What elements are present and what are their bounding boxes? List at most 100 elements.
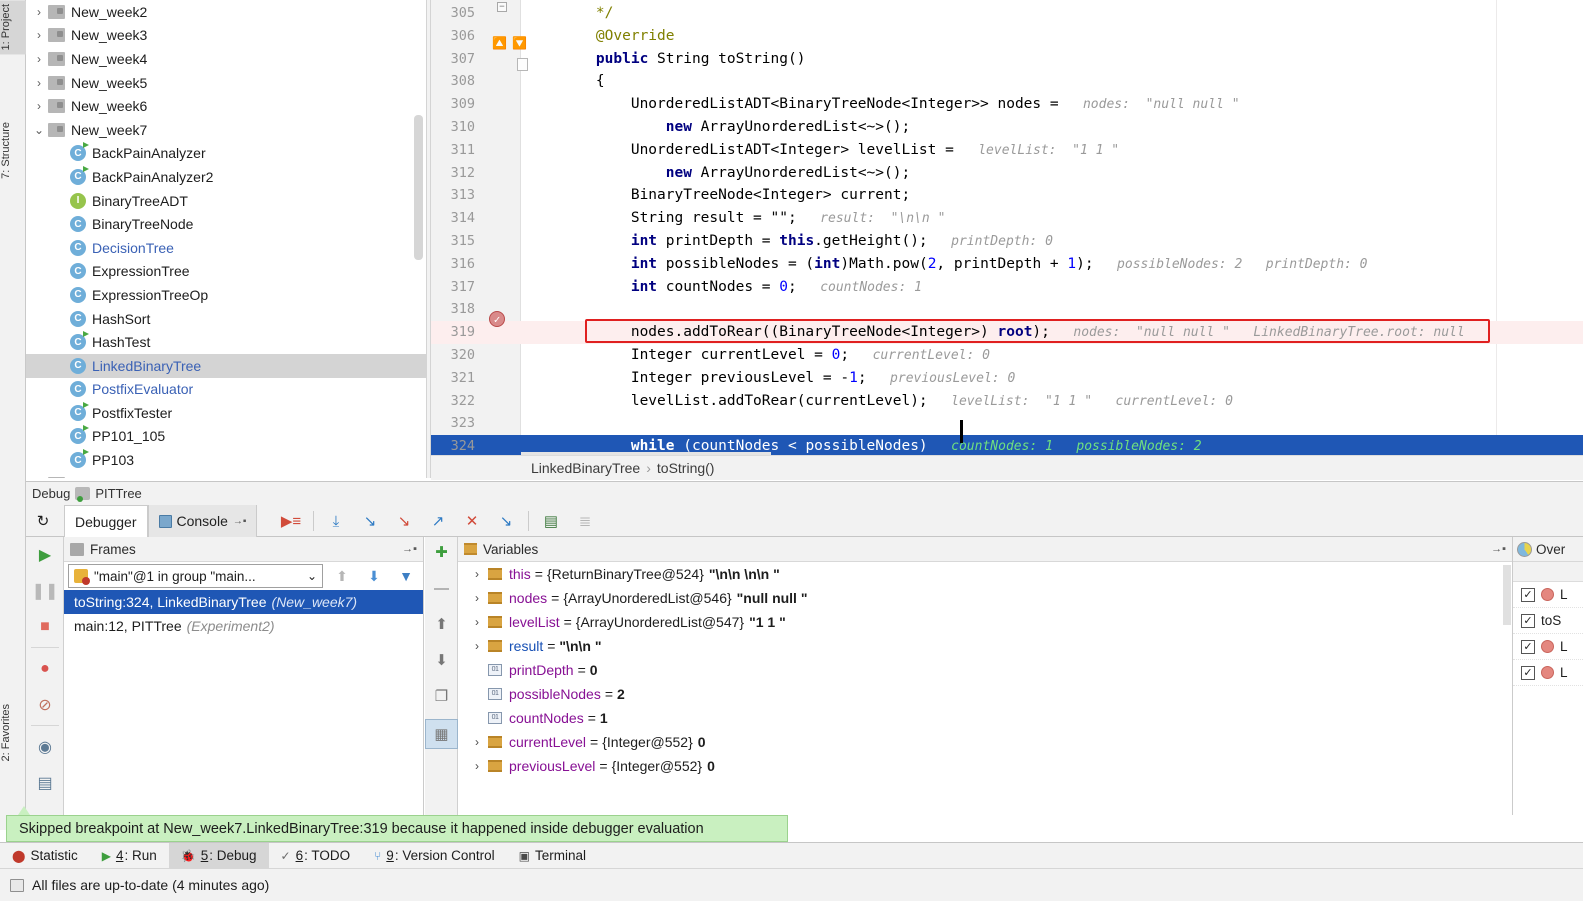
chevron-right-icon[interactable]: › [30,5,48,19]
chevron-down-icon[interactable]: ⌄ [30,123,48,137]
enable-breakpoint-checkbox[interactable]: ✓ [1521,640,1535,654]
tree-item-new_week2[interactable]: ›New_week2 [26,0,431,24]
variable-row[interactable]: 01printDepth=0 [458,658,1512,682]
code-line[interactable]: 312 new ArrayUnorderedList<~>(); [431,162,1583,185]
chevron-right-icon[interactable]: › [466,567,488,581]
fold-region-icon[interactable] [517,58,528,71]
frames-up-button[interactable]: ⬆ [329,568,355,585]
chevron-right-icon[interactable]: › [466,759,488,773]
code-line[interactable]: 315 int printDepth = this.getHeight(); p… [431,230,1583,253]
chevron-right-icon[interactable]: › [30,76,48,90]
chevron-right-icon[interactable]: › [466,615,488,629]
code-line[interactable]: 309 UnorderedListADT<BinaryTreeNode<Inte… [431,93,1583,116]
variable-row[interactable]: ›nodes={ArrayUnorderedList@546}"null nul… [458,586,1512,610]
tab-console[interactable]: Console →▪ [148,505,258,537]
pause-program-button[interactable]: ❚❚ [26,573,64,609]
code-line[interactable]: 322 levelList.addToRear(currentLevel); l… [431,390,1583,413]
code-line[interactable]: 320 Integer currentLevel = 0; currentLev… [431,344,1583,367]
move-watch-up-button[interactable]: ⬆ [425,609,458,639]
enable-breakpoint-checkbox[interactable]: ✓ [1521,666,1535,680]
settings-button[interactable]: ≣ [568,505,602,537]
code-line[interactable]: 306 @Override [431,25,1583,48]
variable-row[interactable]: ›result="\n\n " [458,634,1512,658]
overhead-panel[interactable]: Over ✓L✓toS✓L✓L [1512,537,1583,815]
chevron-right-icon[interactable]: › [30,99,48,113]
add-watch-button[interactable]: ✚ [425,537,458,567]
code-line[interactable]: 308 { [431,70,1583,93]
tree-item-expressiontreeop[interactable]: CExpressionTreeOp [26,283,431,307]
evaluate-expression-button[interactable]: ▤ [534,505,568,537]
rerun-debug-button[interactable]: ↻ [26,505,60,537]
code-fold-icon[interactable]: − [497,2,507,12]
chevron-right-icon[interactable]: › [466,735,488,749]
breadcrumb-method[interactable]: toString() [657,460,715,476]
chevron-right-icon[interactable]: › [466,591,488,605]
bottom-tab-debug[interactable]: 🐞 5 : Debug [169,843,269,869]
tree-item-pp101_105[interactable]: CPP101_105 [26,425,431,449]
code-line[interactable]: 317 int countNodes = 0; countNodes: 1 [431,276,1583,299]
drop-frame-button[interactable]: ✕ [455,505,489,537]
bottom-tab-run[interactable]: ▶ 4 : Run [90,843,169,869]
variable-row[interactable]: ›this={ReturnBinaryTree@524}"\n\n \n\n " [458,562,1512,586]
overhead-row[interactable]: ✓L [1513,582,1583,608]
code-line[interactable]: 305 */ [431,2,1583,25]
variables-scrollbar[interactable] [1503,565,1511,625]
tree-item-pp103[interactable]: CPP103 [26,448,431,472]
code-line[interactable]: 316 int possibleNodes = (int)Math.pow(2,… [431,253,1583,276]
notification-banner[interactable]: Skipped breakpoint at New_week7.LinkedBi… [6,815,788,842]
tree-item-new_week6[interactable]: ›New_week6 [26,94,431,118]
code-line[interactable]: 314 String result = ""; result: "\n\n " [431,207,1583,230]
chevron-right-icon[interactable]: › [466,639,488,653]
bottom-tab-terminal[interactable]: ▣ Terminal [507,843,598,869]
hide-frames-icon[interactable]: →▪ [402,543,417,555]
restore-layout-button[interactable]: ▤ [26,765,64,801]
tab-debugger[interactable]: Debugger [64,505,148,537]
hide-variables-icon[interactable]: →▪ [1491,543,1506,555]
chevron-down-icon[interactable]: ⌄ [30,477,48,478]
tree-item-backpainanalyzer[interactable]: CBackPainAnalyzer [26,142,431,166]
thread-select[interactable]: "main"@1 in group "main... ⌄ [68,564,323,588]
copy-value-button[interactable]: ❐ [425,681,458,711]
chevron-right-icon[interactable]: › [30,52,48,66]
code-line[interactable]: 319 nodes.addToRear((BinaryTreeNode<Inte… [431,321,1583,344]
force-step-into-button[interactable]: ↘ [387,505,421,537]
enable-breakpoint-checkbox[interactable]: ✓ [1521,614,1535,628]
rail-item-favorites[interactable]: 2: Favorites [0,700,26,765]
debug-configuration-name[interactable]: PITTree [95,486,141,501]
tree-item-postfixtester[interactable]: CPostfixTester [26,401,431,425]
enable-breakpoint-checkbox[interactable]: ✓ [1521,588,1535,602]
code-line[interactable]: 311 UnorderedListADT<Integer> levelList … [431,139,1583,162]
rail-item-structure[interactable]: 7: Structure [0,118,26,183]
overhead-row[interactable]: ✓L [1513,660,1583,686]
code-line[interactable]: 318 [431,298,1583,321]
tree-item-new_week8[interactable]: ⌄New_week8 [26,472,431,478]
step-over-button[interactable]: ⤓ [319,505,353,537]
variable-row[interactable]: ›levelList={ArrayUnorderedList@547}"1 1 … [458,610,1512,634]
chevron-right-icon[interactable]: › [30,28,48,42]
step-into-button[interactable]: ↘ [353,505,387,537]
frame-row[interactable]: main:12, PITTree(Experiment2) [64,614,423,638]
resume-program-button[interactable]: ▶ [26,537,64,573]
tree-item-linkedbinarytree[interactable]: CLinkedBinaryTree [26,354,431,378]
overhead-row[interactable]: ✓L [1513,634,1583,660]
tree-item-binarytreenode[interactable]: CBinaryTreeNode [26,212,431,236]
remove-watch-button[interactable]: — [425,573,458,603]
tree-item-new_week3[interactable]: ›New_week3 [26,24,431,48]
variable-row[interactable]: 01possibleNodes=2 [458,682,1512,706]
implemented-method-icon[interactable]: 🔽 [512,36,527,50]
frames-filter-button[interactable]: ▼ [393,568,419,584]
stop-program-button[interactable]: ■ [26,609,64,645]
mute-breakpoints-button[interactable]: ⊘ [26,687,64,723]
variable-row[interactable]: ›previousLevel={Integer@552}0 [458,754,1512,778]
variable-row[interactable]: 01countNodes=1 [458,706,1512,730]
tree-item-new_week5[interactable]: ›New_week5 [26,71,431,95]
run-to-cursor-button[interactable]: ↘ [489,505,523,537]
overhead-row[interactable]: ✓toS [1513,608,1583,634]
show-execution-point-button[interactable]: ▶≡ [274,505,308,537]
code-line[interactable]: 323 [431,412,1583,435]
frames-down-button[interactable]: ⬇ [361,568,387,585]
chevron-down-icon[interactable]: ⌄ [307,569,317,583]
bottom-tab-todo[interactable]: ✓ 6 : TODO [269,843,363,869]
tree-item-expressiontree[interactable]: CExpressionTree [26,260,431,284]
rail-item-project[interactable]: 1: Project [0,0,26,54]
